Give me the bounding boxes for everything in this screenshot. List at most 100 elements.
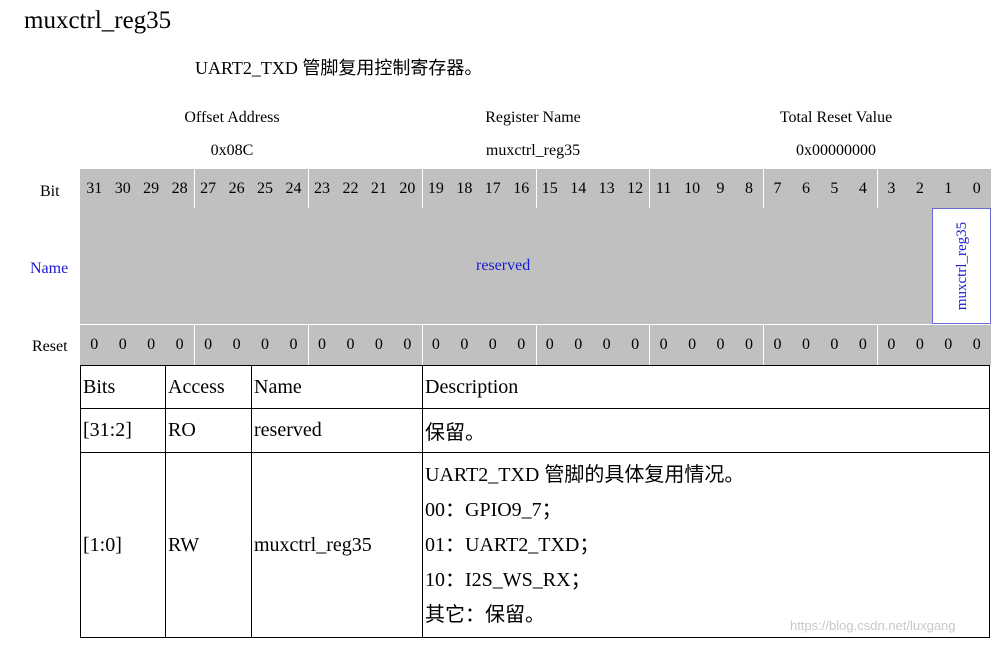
bit-number-cell: 14	[570, 180, 587, 197]
bit-number-cell: 12	[627, 180, 644, 197]
table-row: [1:0] RW muxctrl_reg35 UART2_TXD 管脚的具体复用…	[80, 452, 990, 638]
reset-value-cell: 0	[90, 336, 99, 353]
table-header-row: Bits Access Name Description	[80, 365, 990, 409]
row-bits: [1:0]	[80, 452, 166, 638]
reset-value-cell: 0	[801, 336, 810, 353]
row-description: UART2_TXD 管脚的具体复用情况。 00：GPIO9_7； 01：UART…	[422, 452, 990, 638]
reset-value-cell: 0	[858, 336, 867, 353]
field-name-area: reserved muxctrl_reg35	[80, 208, 991, 324]
total-reset-label: Total Reset Value	[779, 109, 893, 126]
reset-value-cell: 0	[887, 336, 896, 353]
bit-number-cell: 25	[257, 180, 274, 197]
nibble-separator	[422, 169, 423, 209]
muxctrl-field-label: muxctrl_reg35	[953, 221, 970, 311]
header-access: Access	[165, 365, 252, 409]
bit-number-cell: 16	[513, 180, 530, 197]
nibble-separator	[649, 325, 650, 365]
reset-value-cell: 0	[688, 336, 697, 353]
reset-value-cell: 0	[745, 336, 754, 353]
row-name: muxctrl_reg35	[251, 452, 423, 638]
reset-row-label: Reset	[32, 338, 68, 355]
nibble-separator	[194, 169, 195, 209]
bit-number-cell: 3	[887, 180, 896, 197]
bit-number-cell: 24	[285, 180, 302, 197]
reset-value-cell: 0	[972, 336, 981, 353]
bit-number-cell: 10	[684, 180, 701, 197]
reset-value-cell: 0	[431, 336, 440, 353]
total-reset-value: 0x00000000	[796, 142, 876, 159]
bit-number-row: 31 30 29 28 27 26 25 24 23 22 21 20 19 18 17 16 15 14 13 12…	[80, 169, 991, 209]
bit-number-cell: 19	[427, 180, 444, 197]
reset-value-cell: 0	[659, 336, 668, 353]
reset-value-cell: 0	[204, 336, 213, 353]
reset-value-cell: 0	[118, 336, 127, 353]
header-name: Name	[251, 365, 423, 409]
header-description: Description	[422, 365, 990, 409]
nibble-separator	[763, 169, 764, 209]
reset-value-cell: 0	[631, 336, 640, 353]
nibble-separator	[877, 325, 878, 365]
row-access: RO	[165, 408, 252, 453]
nibble-separator	[877, 169, 878, 209]
description-line: 00：GPIO9_7；	[425, 498, 562, 521]
offset-address-value: 0x08C	[210, 142, 254, 159]
bit-number-cell: 0	[972, 180, 981, 197]
reset-value-cell: 0	[773, 336, 782, 353]
bit-number-cell: 29	[143, 180, 160, 197]
bit-number-cell: 28	[171, 180, 188, 197]
reset-value-cell: 0	[545, 336, 554, 353]
bit-number-cell: 8	[745, 180, 754, 197]
reset-value-cell: 0	[488, 336, 497, 353]
description-line: 10：I2S_WS_RX；	[425, 568, 591, 591]
bit-number-cell: 26	[228, 180, 245, 197]
table-row: [31:2] RO reserved 保留。	[80, 408, 990, 453]
reset-value-cell: 0	[232, 336, 241, 353]
bit-number-cell: 17	[484, 180, 501, 197]
name-row-label: Name	[30, 260, 69, 277]
reset-value-cell: 0	[915, 336, 924, 353]
bit-number-cell: 22	[342, 180, 359, 197]
register-name-value: muxctrl_reg35	[485, 142, 581, 159]
header-bits: Bits	[80, 365, 166, 409]
watermark: https://blog.csdn.net/luxgang	[790, 618, 956, 633]
bit-number-cell: 27	[200, 180, 217, 197]
reset-value-row: 0 0 0 0 0 0 0 0 0 0 0 0 0 0 0 0 0 0 0 0 0 0 0 0 0 0 0 0 0 0 0 0	[80, 325, 991, 365]
bit-number-cell: 9	[716, 180, 725, 197]
bit-number-cell: 13	[598, 180, 615, 197]
reset-value-cell: 0	[403, 336, 412, 353]
nibble-separator	[422, 325, 423, 365]
bit-number-cell: 4	[858, 180, 867, 197]
bit-number-cell: 23	[313, 180, 330, 197]
muxctrl-field-cell: muxctrl_reg35	[932, 208, 991, 324]
register-title: muxctrl_reg35	[24, 7, 172, 34]
reset-value-cell: 0	[261, 336, 270, 353]
row-description: 保留。	[422, 408, 990, 453]
register-subtitle: UART2_TXD 管脚复用控制寄存器。	[195, 58, 483, 78]
bit-number-cell: 11	[655, 180, 672, 197]
offset-address-label: Offset Address	[184, 109, 280, 126]
reset-value-cell: 0	[175, 336, 184, 353]
reset-value-cell: 0	[574, 336, 583, 353]
bit-number-cell: 15	[541, 180, 558, 197]
description-line: 01：UART2_TXD；	[425, 533, 600, 556]
bit-number-cell: 20	[399, 180, 416, 197]
nibble-separator	[649, 169, 650, 209]
bit-row-label: Bit	[40, 183, 60, 200]
reset-value-cell: 0	[374, 336, 383, 353]
reset-value-cell: 0	[317, 336, 326, 353]
bit-number-cell: 5	[830, 180, 839, 197]
bit-number-cell: 2	[915, 180, 924, 197]
row-name: reserved	[251, 408, 423, 453]
reset-value-cell: 0	[460, 336, 469, 353]
nibble-separator	[308, 169, 309, 209]
reset-value-cell: 0	[346, 336, 355, 353]
nibble-separator	[194, 325, 195, 365]
bit-number-cell: 1	[944, 180, 953, 197]
bit-number-cell: 7	[773, 180, 782, 197]
reset-value-cell: 0	[147, 336, 156, 353]
reset-value-cell: 0	[289, 336, 298, 353]
reset-value-cell: 0	[602, 336, 611, 353]
reset-value-cell: 0	[830, 336, 839, 353]
bit-number-cell: 21	[370, 180, 387, 197]
bit-number-cell: 6	[801, 180, 810, 197]
